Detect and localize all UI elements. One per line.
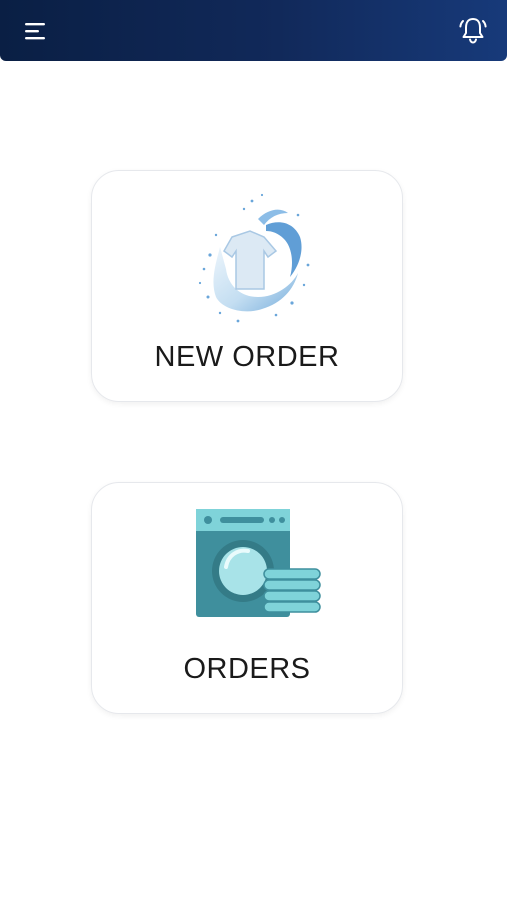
washing-machine-icon (196, 509, 321, 617)
bell-icon (459, 18, 487, 44)
menu-button[interactable] (18, 16, 52, 46)
water-splash-shirt-icon (198, 193, 310, 323)
new-order-card[interactable]: NEW ORDER (91, 170, 403, 402)
hamburger-menu-icon (25, 23, 45, 40)
notifications-button[interactable] (457, 14, 489, 48)
new-order-label: NEW ORDER (154, 341, 340, 373)
app-bar (0, 0, 507, 61)
orders-card[interactable]: ORDERS (91, 482, 403, 714)
orders-label: ORDERS (183, 653, 311, 685)
